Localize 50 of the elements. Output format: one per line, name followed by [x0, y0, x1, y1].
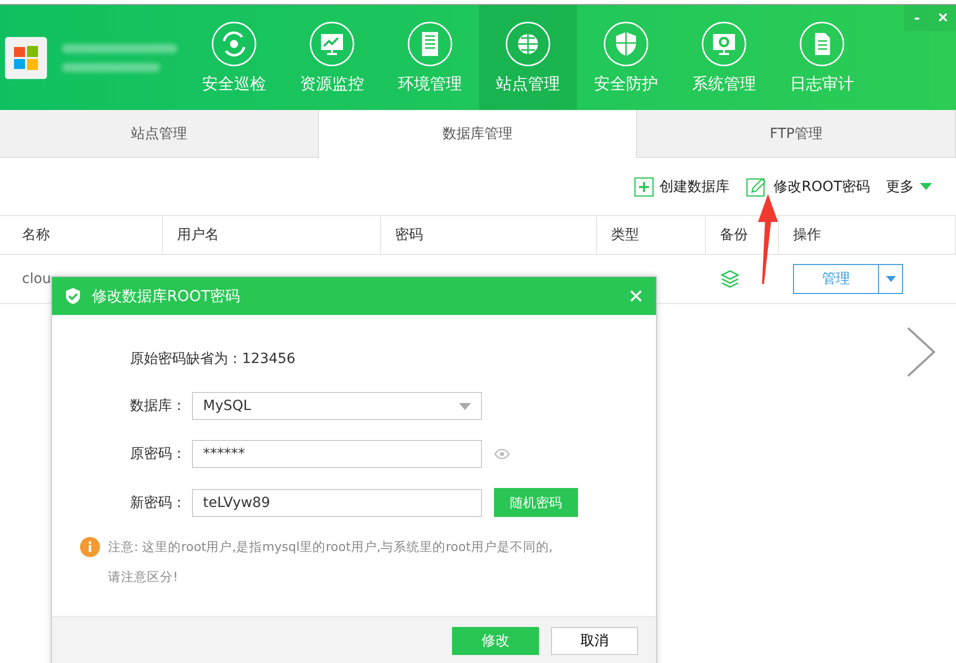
column-header: 密码 [381, 216, 597, 254]
layers-icon[interactable] [720, 269, 740, 289]
caret-icon [886, 276, 896, 282]
column-header: 操作 [779, 216, 956, 254]
field-label: 原密码： [130, 445, 187, 463]
close-button[interactable] [628, 288, 644, 304]
globe-icon [505, 20, 551, 66]
plus-icon [634, 176, 654, 196]
eye-icon[interactable] [494, 449, 510, 459]
nav-item[interactable]: 安全巡检 [185, 5, 283, 110]
shield-icon [64, 287, 82, 305]
tab[interactable]: 数据库管理 [318, 110, 638, 158]
field-label: 数据库： [130, 397, 187, 415]
document-icon [799, 20, 845, 66]
nav-item[interactable]: 日志审计 [773, 5, 871, 110]
monitor-chart-icon [309, 20, 355, 66]
nav-item[interactable]: 环境管理 [381, 5, 479, 110]
shield-icon [603, 20, 649, 66]
column-header: 用户名 [163, 216, 381, 254]
scan-icon [211, 20, 257, 66]
minimize-button[interactable]: - [904, 5, 930, 31]
dialog-title: 修改数据库ROOT密码 [92, 286, 240, 306]
info-icon [80, 537, 100, 557]
new-password-field[interactable]: teLVyw89 [192, 488, 482, 516]
building-icon [407, 20, 453, 66]
warning-text: 注意: 这里的root用户,是指mysql里的root用户,与系统里的root用户是不同的, 请注意区分! [108, 538, 553, 586]
database-select[interactable]: MySQL [192, 392, 482, 420]
nav-item[interactable]: 资源监控 [283, 5, 381, 110]
cancel-button[interactable]: 取消 [551, 627, 638, 655]
column-header: 名称 [0, 216, 163, 254]
random-password-button[interactable]: 随机密码 [494, 488, 578, 517]
nav-item[interactable]: 站点管理 [479, 5, 577, 110]
default-password-note: 原始密码缺省为：123456 [130, 350, 296, 368]
settings-icon [701, 20, 747, 66]
table-cell-text: clou [22, 271, 52, 287]
more-dropdown[interactable]: 更多 [886, 178, 932, 196]
nav-item[interactable]: 系统管理 [675, 5, 773, 110]
field-label: 新密码： [130, 494, 187, 512]
windows-logo-icon [5, 36, 47, 78]
nav-item[interactable]: 安全防护 [577, 5, 675, 110]
change-root-password-button[interactable]: 修改ROOT密码 [746, 176, 870, 198]
close-button[interactable]: × [930, 5, 956, 31]
column-header: 类型 [597, 216, 706, 254]
caret-icon [920, 182, 932, 190]
create-database-button[interactable]: 创建数据库 [634, 176, 730, 196]
confirm-button[interactable]: 修改 [452, 627, 539, 655]
column-header: 备份 [706, 216, 779, 254]
caret-icon [459, 402, 471, 410]
pencil-icon [746, 176, 768, 198]
old-password-field[interactable]: ****** [192, 440, 482, 468]
